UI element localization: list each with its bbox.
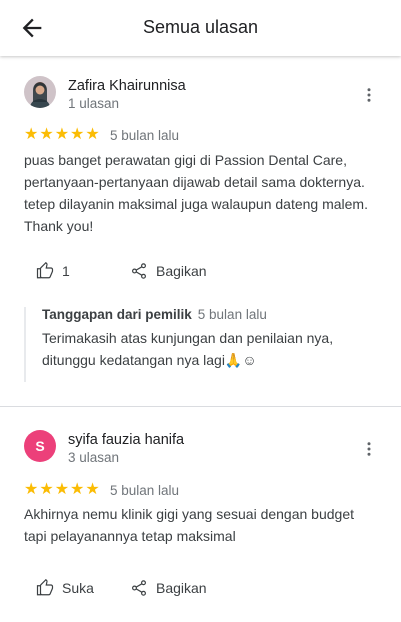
share-button[interactable]: Bagikan [130,262,207,280]
owner-reply-label: Tanggapan dari pemilik [42,307,192,322]
owner-reply-date: 5 bulan lalu [197,307,267,322]
top-app-bar: Semua ulasan [0,0,401,56]
like-label: Suka [62,580,94,596]
share-icon [132,263,146,279]
star-rating: ★ ★ ★ ★ ★ [24,482,100,498]
review-date: 5 bulan lalu [110,128,180,143]
star-icon: ★ [39,481,54,498]
owner-reply: Tanggapan dari pemilik 5 bulan lalu Terim… [24,307,381,382]
review-author-count: 3 ulasan [68,450,120,465]
star-icon: ★ [54,481,70,498]
owner-reply-line: Terimakasih atas kunjungan dan penilaian… [42,330,334,346]
review-date: 5 bulan lalu [110,483,180,498]
review-text-line: tetep dilayanin maksimal juga walaupun d… [24,196,368,212]
share-icon [132,580,146,596]
review-author-count: 1 ulasan [68,96,120,111]
review-author-name[interactable]: syifa fauzia hanifa [68,432,184,448]
avatar[interactable] [24,76,56,108]
thumb-up-icon [36,262,54,279]
review-text: Akhirnya nemu klinik gigi yang sesuai de… [24,503,379,547]
review-card: S syifa fauzia hanifa 3 ulasan ★ ★ ★ ★ ★… [0,407,401,622]
share-label: Bagikan [156,263,207,279]
like-button[interactable]: Suka [36,579,94,597]
owner-reply-line: ditunggu kedatangan nya lagi🙏☺ [42,352,257,368]
review-card: Zafira Khairunnisa 1 ulasan ★ ★ ★ ★ ★ 5 … [0,56,401,406]
share-label: Bagikan [156,580,207,596]
page-title: Semua ulasan [142,17,259,37]
star-icon: ★ [70,126,85,143]
like-button[interactable]: 1 [36,262,70,280]
review-text-line: tapi pelayanannya tetap maksimal [24,528,236,544]
review-text-line: Thank you! [24,218,94,234]
thumb-up-icon [36,579,54,596]
review-author-name[interactable]: Zafira Khairunnisa [68,78,186,94]
more-options-icon[interactable] [360,86,378,104]
review-text-line: puas banget perawatan gigi di Passion De… [24,152,347,168]
owner-reply-header: Tanggapan dari pemilik 5 bulan lalu [42,307,267,322]
star-icon: ★ [24,481,39,498]
share-button[interactable]: Bagikan [130,579,207,597]
review-text-line: Akhirnya nemu klinik gigi yang sesuai de… [24,506,354,522]
star-rating: ★ ★ ★ ★ ★ [24,127,100,143]
star-icon: ★ [85,481,100,498]
star-icon: ★ [70,481,85,498]
more-options-icon[interactable] [360,440,378,458]
like-count: 1 [62,263,70,279]
star-icon: ★ [24,126,39,143]
star-icon: ★ [39,126,54,143]
star-icon: ★ [85,126,100,143]
star-icon: ★ [54,126,70,143]
review-text-line: pertanyaan-pertanyaan dijawab detail sam… [24,174,365,190]
owner-reply-text: Terimakasih atas kunjungan dan penilaian… [42,327,372,371]
avatar[interactable]: S [24,430,56,462]
review-text: puas banget perawatan gigi di Passion De… [24,149,379,237]
